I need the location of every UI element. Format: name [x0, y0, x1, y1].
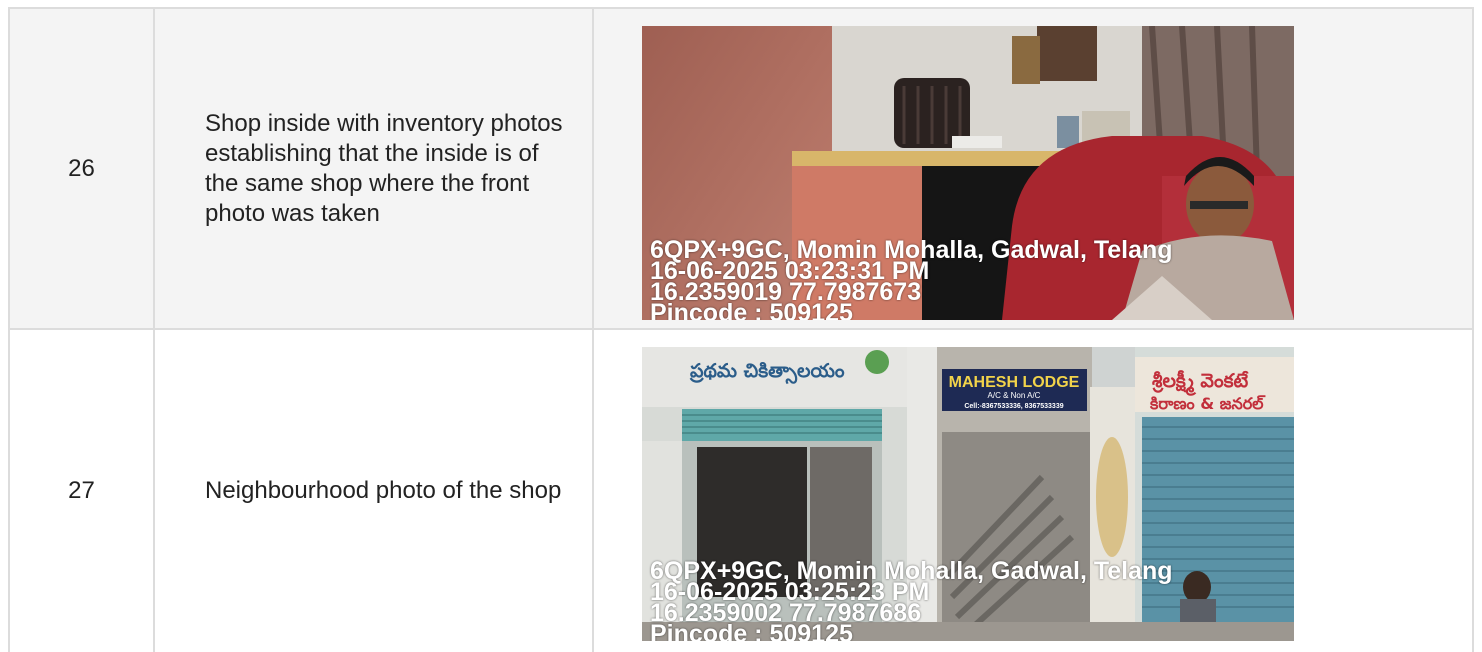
- table-row: 26 Shop inside with inventory photos est…: [8, 9, 1474, 330]
- shop-interior-photo[interactable]: 6QPX+9GC, Momin Mohalla, Gadwal, Telang …: [642, 26, 1294, 320]
- row-number: 27: [8, 330, 153, 652]
- lodge-sub-sign: A/C & Non A/C: [988, 391, 1041, 400]
- neighbourhood-photo[interactable]: ప్రథమ చికిత్సాలయం MAHESH LODGE A/C & Non…: [642, 347, 1294, 641]
- row-number-text: 27: [68, 477, 95, 504]
- row-description-text: Shop inside with inventory photos establ…: [205, 109, 563, 227]
- shop-right-sub-sign: కిరాణం & జనరల్: [1149, 394, 1266, 413]
- photo-cell: ప్రథమ చికిత్సాలయం MAHESH LODGE A/C & Non…: [592, 330, 1474, 652]
- clinic-sign: ప్రథమ చికిత్సాలయం: [690, 360, 845, 384]
- row-description: Neighbourhood photo of the shop: [153, 330, 592, 652]
- table-row: 27 Neighbourhood photo of the shop ప్రథమ…: [8, 330, 1474, 652]
- row-number-text: 26: [68, 154, 95, 182]
- row-description: Shop inside with inventory photos establ…: [153, 9, 592, 328]
- photo-evidence-table: 26 Shop inside with inventory photos est…: [8, 7, 1474, 652]
- row-number: 26: [8, 9, 153, 328]
- lodge-phone-sign: Cell:-8367533336, 8367533339: [964, 403, 1063, 410]
- photo-cell: 6QPX+9GC, Momin Mohalla, Gadwal, Telang …: [592, 9, 1474, 328]
- lodge-sign: MAHESH LODGE: [949, 374, 1080, 391]
- geotag-overlay: 6QPX+9GC, Momin Mohalla, Gadwal, Telang …: [650, 559, 1173, 642]
- geotag-overlay: 6QPX+9GC, Momin Mohalla, Gadwal, Telang …: [650, 238, 1173, 321]
- row-description-text: Neighbourhood photo of the shop: [205, 477, 562, 504]
